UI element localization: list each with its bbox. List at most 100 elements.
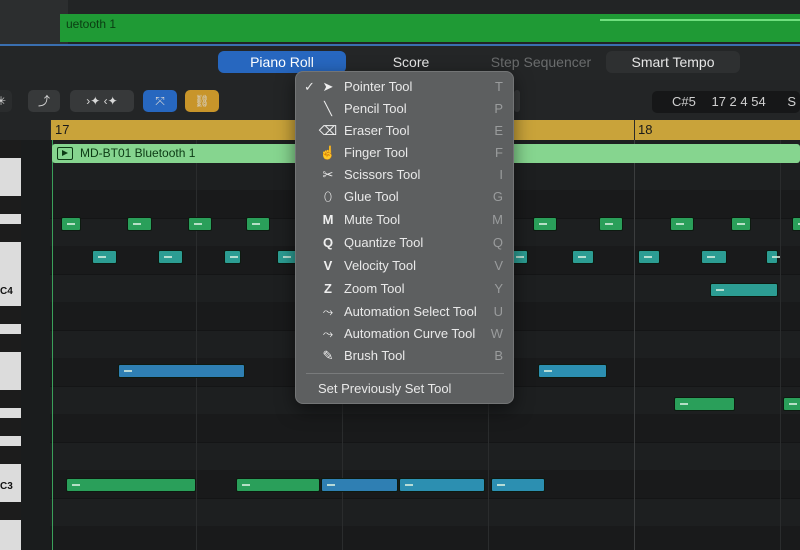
midi-note[interactable] bbox=[491, 478, 545, 492]
midi-note[interactable] bbox=[572, 250, 594, 264]
menu-item-shortcut: E bbox=[494, 123, 503, 138]
midi-note[interactable] bbox=[538, 364, 607, 378]
menu-item-scissors-tool[interactable]: ✂ Scissors Tool I bbox=[296, 164, 513, 186]
tab-score[interactable]: Score bbox=[346, 51, 476, 73]
grid-vline bbox=[634, 140, 635, 550]
menu-item-glue-tool[interactable]: ⬯ Glue Tool G bbox=[296, 186, 513, 208]
menu-item-mute-tool[interactable]: M Mute Tool M bbox=[296, 209, 513, 231]
menu-item-label: Mute Tool bbox=[344, 212, 401, 227]
midi-out-icons[interactable]: ›✦ ‹✦ bbox=[70, 90, 134, 112]
midi-note[interactable] bbox=[638, 250, 660, 264]
ruler-tick bbox=[50, 120, 51, 140]
menu-item-automation-curve-tool[interactable]: ⤳ Automation Curve Tool W bbox=[296, 323, 513, 345]
black-key[interactable] bbox=[0, 334, 21, 352]
tools-menu: ✓ ➤ Pointer Tool T ╲ Pencil Tool P ⌫ Era… bbox=[295, 71, 514, 404]
midi-note[interactable] bbox=[766, 250, 780, 264]
menu-item-label: Brush Tool bbox=[344, 348, 406, 363]
black-key[interactable] bbox=[0, 446, 21, 464]
midi-note[interactable] bbox=[599, 217, 623, 231]
track-header[interactable] bbox=[0, 0, 68, 44]
midi-note[interactable] bbox=[731, 217, 751, 231]
menu-item-automation-select-tool[interactable]: ⤳ Automation Select Tool U bbox=[296, 301, 513, 323]
midi-note[interactable] bbox=[92, 250, 117, 264]
ruler-tick bbox=[634, 120, 635, 140]
black-key[interactable] bbox=[0, 196, 21, 214]
scissors-icon: ✂ bbox=[322, 167, 334, 182]
midi-note[interactable] bbox=[277, 250, 297, 264]
black-key[interactable] bbox=[0, 418, 21, 436]
snap-icon[interactable]: ⤧ bbox=[143, 90, 177, 112]
menu-item-velocity-tool[interactable]: V Velocity Tool V bbox=[296, 255, 513, 277]
menu-item-label: Velocity Tool bbox=[344, 258, 417, 273]
track-region-label: uetooth 1 bbox=[66, 17, 117, 31]
position-cutoff: S bbox=[787, 94, 796, 109]
link-icon[interactable]: ⛓ bbox=[185, 90, 219, 112]
midi-note[interactable] bbox=[236, 478, 320, 492]
catch-icon[interactable]: ✳ bbox=[0, 90, 12, 112]
menu-item-eraser-tool[interactable]: ⌫ Eraser Tool E bbox=[296, 120, 513, 142]
menu-item-label: Finger Tool bbox=[344, 145, 409, 160]
midi-in-icon[interactable]: ⤴ bbox=[28, 90, 60, 112]
menu-item-shortcut: U bbox=[493, 304, 503, 319]
midi-note[interactable] bbox=[701, 250, 727, 264]
black-key[interactable] bbox=[0, 502, 21, 520]
black-key[interactable] bbox=[0, 306, 21, 324]
menu-item-shortcut: M bbox=[492, 212, 503, 227]
black-key[interactable] bbox=[0, 390, 21, 408]
grid-vline bbox=[196, 140, 197, 550]
midi-note[interactable] bbox=[246, 217, 270, 231]
pointer-icon: ➤ bbox=[322, 79, 334, 94]
grid-row bbox=[50, 442, 800, 471]
midi-note[interactable] bbox=[399, 478, 485, 492]
menu-item-zoom-tool[interactable]: Z Zoom Tool Y bbox=[296, 278, 513, 300]
midi-note[interactable] bbox=[158, 250, 183, 264]
piano-keyboard[interactable]: C4 C3 bbox=[0, 140, 21, 550]
finger-icon: ☝ bbox=[319, 145, 337, 160]
midi-note[interactable] bbox=[66, 478, 196, 492]
menu-item-shortcut: B bbox=[494, 348, 503, 363]
menu-item-quantize-tool[interactable]: Q Quantize Tool Q bbox=[296, 232, 513, 254]
position-display: C#5 17 2 4 54 S bbox=[652, 91, 800, 113]
region-name: MD-BT01 Bluetooth 1 bbox=[80, 146, 196, 160]
menu-item-pencil-tool[interactable]: ╲ Pencil Tool P bbox=[296, 98, 513, 120]
checkmark-icon: ✓ bbox=[304, 79, 315, 94]
playhead-line bbox=[52, 140, 53, 550]
midi-note[interactable] bbox=[118, 364, 245, 378]
midi-note[interactable] bbox=[533, 217, 557, 231]
midi-note[interactable] bbox=[224, 250, 241, 264]
menu-item-label: Zoom Tool bbox=[344, 281, 405, 296]
midi-note[interactable] bbox=[670, 217, 694, 231]
midi-note[interactable] bbox=[710, 283, 778, 297]
midi-note[interactable] bbox=[127, 217, 152, 231]
menu-item-set-previous-tool[interactable]: Set Previously Set Tool bbox=[296, 378, 513, 400]
position-note: C#5 bbox=[672, 94, 696, 109]
menu-item-label: Pointer Tool bbox=[344, 79, 413, 94]
midi-note[interactable] bbox=[321, 478, 398, 492]
menu-item-shortcut: Q bbox=[492, 235, 503, 250]
menu-item-shortcut: G bbox=[492, 189, 503, 204]
toolbar-hidden-button[interactable] bbox=[514, 90, 520, 112]
region-play-icon[interactable] bbox=[57, 147, 73, 160]
ruler-corner bbox=[0, 120, 50, 140]
menu-item-label: Quantize Tool bbox=[344, 235, 424, 250]
midi-note[interactable] bbox=[61, 217, 81, 231]
tab-smart-tempo[interactable]: Smart Tempo bbox=[606, 51, 740, 73]
tab-piano-roll[interactable]: Piano Roll bbox=[218, 51, 346, 73]
quantize-icon: Q bbox=[322, 235, 334, 250]
midi-note[interactable] bbox=[783, 397, 800, 411]
menu-item-pointer-tool[interactable]: ✓ ➤ Pointer Tool T bbox=[296, 76, 513, 98]
eraser-icon: ⌫ bbox=[318, 123, 338, 138]
grid-vline bbox=[780, 140, 781, 550]
menu-item-finger-tool[interactable]: ☝ Finger Tool F bbox=[296, 142, 513, 164]
black-key[interactable] bbox=[0, 140, 21, 158]
brush-icon: ✎ bbox=[322, 348, 334, 363]
midi-note[interactable] bbox=[674, 397, 735, 411]
track-region[interactable]: uetooth 1 bbox=[60, 14, 800, 42]
zoom-icon: Z bbox=[324, 281, 332, 296]
midi-note[interactable] bbox=[792, 217, 800, 231]
midi-note[interactable] bbox=[188, 217, 212, 231]
tab-step-sequencer[interactable]: Step Sequencer bbox=[476, 51, 606, 73]
menu-item-shortcut: I bbox=[499, 167, 503, 182]
menu-item-brush-tool[interactable]: ✎ Brush Tool B bbox=[296, 345, 513, 367]
black-key[interactable] bbox=[0, 224, 21, 242]
